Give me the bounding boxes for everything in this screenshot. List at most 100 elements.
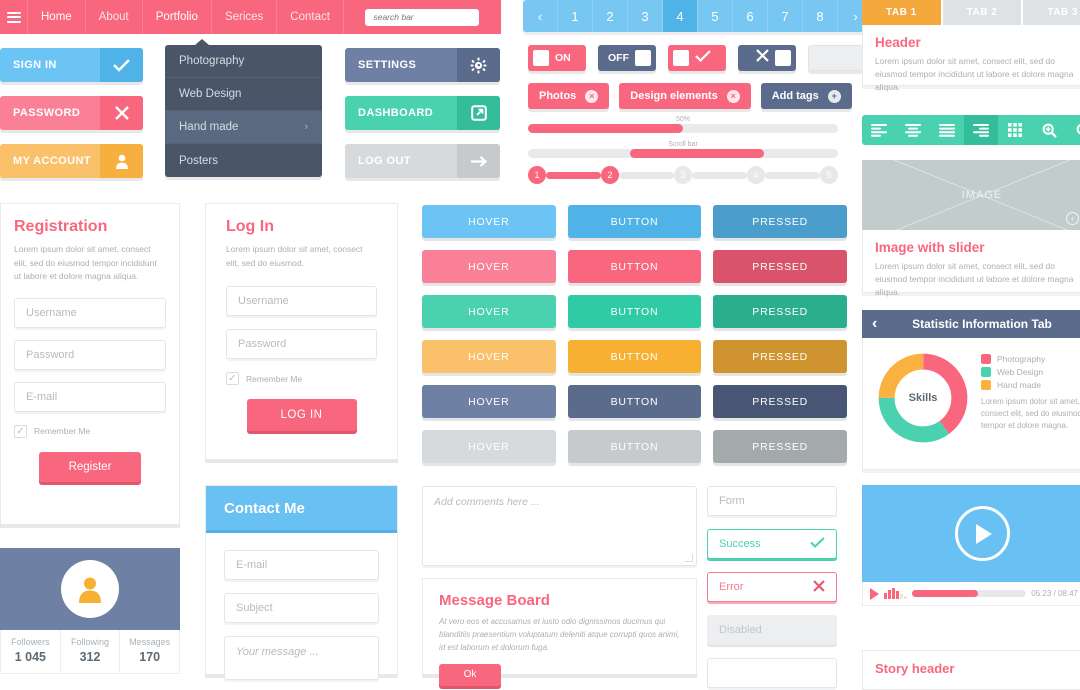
- remove-circle-icon[interactable]: ×: [726, 89, 740, 103]
- dropdown-item-web-design[interactable]: Web Design: [165, 78, 322, 111]
- settings-button[interactable]: SETTINGS: [345, 48, 500, 82]
- form-field-default[interactable]: Form: [707, 486, 837, 516]
- video-viewport[interactable]: [862, 485, 1080, 582]
- registration-remember-row[interactable]: ✓ Remember Me: [14, 424, 166, 438]
- toggle-off[interactable]: OFF: [598, 45, 656, 71]
- toggle-on[interactable]: ON: [528, 45, 586, 71]
- toggle-close[interactable]: [738, 45, 796, 71]
- pagination-page-1[interactable]: 1: [558, 0, 593, 32]
- tab-2[interactable]: TAB 2: [942, 0, 1024, 25]
- form-field-success[interactable]: Success: [707, 529, 837, 559]
- remember-me-checkbox[interactable]: ✓: [226, 372, 239, 386]
- dropdown-item-hand-made[interactable]: Hand made ›: [165, 111, 322, 144]
- add-circle-icon[interactable]: +: [827, 89, 841, 103]
- tag-add-tags[interactable]: Add tags +: [760, 83, 852, 109]
- nav-item-portfolio[interactable]: Portfolio: [143, 0, 212, 34]
- log-out-button[interactable]: LOG OUT: [345, 144, 500, 178]
- nav-item-home[interactable]: Home: [28, 0, 86, 34]
- sign-in-button[interactable]: SIGN IN: [0, 48, 143, 82]
- button-blue-default[interactable]: BUTTON: [567, 205, 702, 238]
- align-right-icon[interactable]: [964, 115, 998, 145]
- nav-item-serices[interactable]: Serices: [212, 0, 278, 34]
- button-orange-default[interactable]: BUTTON: [567, 340, 702, 373]
- form-field-error[interactable]: Error: [707, 572, 837, 602]
- password-button[interactable]: PASSWORD: [0, 96, 143, 130]
- contact-subject-field[interactable]: Subject: [224, 593, 379, 623]
- button-grey-hover[interactable]: HOVER: [422, 430, 556, 463]
- resize-handle-icon[interactable]: [685, 554, 693, 562]
- button-blue-hover[interactable]: HOVER: [422, 205, 556, 238]
- registration-email-field[interactable]: E-mail: [14, 381, 166, 412]
- login-remember-row[interactable]: ✓ Remember Me: [226, 372, 377, 386]
- align-justify-icon[interactable]: [930, 115, 964, 145]
- button-teal-default[interactable]: BUTTON: [567, 295, 702, 328]
- button-blue-pressed[interactable]: PRESSED: [713, 205, 848, 238]
- comments-textarea[interactable]: Add comments here ...: [422, 486, 697, 566]
- step-dot-5[interactable]: 5: [820, 166, 838, 184]
- register-button[interactable]: Register: [39, 451, 141, 482]
- login-password-field[interactable]: Password: [226, 329, 377, 360]
- pagination-page-7[interactable]: 7: [768, 0, 803, 32]
- button-orange-hover[interactable]: HOVER: [422, 340, 556, 373]
- button-pink-hover[interactable]: HOVER: [422, 250, 556, 283]
- button-teal-hover[interactable]: HOVER: [422, 295, 556, 328]
- play-button[interactable]: [954, 506, 1010, 561]
- nav-item-contact[interactable]: Contact: [277, 0, 344, 34]
- form-field-extra[interactable]: [707, 658, 837, 688]
- slider-prev-icon[interactable]: ‹: [1066, 212, 1079, 225]
- video-progress-track[interactable]: [911, 590, 1027, 597]
- pagination-prev[interactable]: ‹: [523, 0, 558, 32]
- pagination-page-2[interactable]: 2: [593, 0, 628, 32]
- step-dot-1[interactable]: 1: [528, 166, 546, 184]
- pagination-page-3[interactable]: 3: [628, 0, 663, 32]
- tag-design-elements[interactable]: Design elements ×: [619, 83, 751, 109]
- registration-username-field[interactable]: Username: [14, 297, 166, 328]
- pagination-page-5[interactable]: 5: [698, 0, 733, 32]
- pagination-page-6[interactable]: 6: [733, 0, 768, 32]
- toggle-check[interactable]: [668, 45, 726, 71]
- pagination-page-8[interactable]: 8: [803, 0, 838, 32]
- button-slate-pressed[interactable]: PRESSED: [713, 385, 848, 418]
- contact-message-field[interactable]: Your message ...: [224, 636, 379, 680]
- button-teal-pressed[interactable]: PRESSED: [713, 295, 848, 328]
- login-username-field[interactable]: Username: [226, 286, 377, 317]
- scrollbar-track[interactable]: [528, 149, 838, 158]
- tab-3[interactable]: TAB 3: [1023, 0, 1080, 25]
- button-grey-default[interactable]: BUTTON: [567, 430, 702, 463]
- search-input[interactable]: [365, 8, 480, 26]
- nav-item-about[interactable]: About: [86, 0, 143, 34]
- button-pink-pressed[interactable]: PRESSED: [713, 250, 848, 283]
- scrollbar-thumb[interactable]: [630, 149, 764, 158]
- progress-track[interactable]: [528, 124, 838, 133]
- volume-icon[interactable]: [884, 588, 907, 599]
- align-center-icon[interactable]: [896, 115, 930, 145]
- registration-password-field[interactable]: Password: [14, 339, 166, 370]
- button-slate-hover[interactable]: HOVER: [422, 385, 556, 418]
- dashboard-button[interactable]: DASHBOARD: [345, 96, 500, 130]
- dropdown-item-posters[interactable]: Posters: [165, 144, 322, 177]
- zoom-out-icon[interactable]: [1066, 115, 1080, 145]
- remove-circle-icon[interactable]: ×: [585, 89, 599, 103]
- button-pink-default[interactable]: BUTTON: [567, 250, 702, 283]
- hamburger-icon[interactable]: [0, 0, 28, 34]
- button-slate-default[interactable]: BUTTON: [567, 385, 702, 418]
- step-dot-2[interactable]: 2: [601, 166, 619, 184]
- my-account-button[interactable]: MY ACCOUNT: [0, 144, 143, 178]
- step-dot-4[interactable]: 4: [747, 166, 765, 184]
- align-left-icon[interactable]: [862, 115, 896, 145]
- zoom-in-icon[interactable]: [1032, 115, 1066, 145]
- play-icon-small[interactable]: [870, 587, 879, 600]
- contact-email-field[interactable]: E-mail: [224, 550, 379, 580]
- statistic-prev-icon[interactable]: ‹: [872, 315, 877, 333]
- remember-me-checkbox[interactable]: ✓: [14, 424, 27, 438]
- dropdown-item-photography[interactable]: Photography: [165, 45, 322, 78]
- grid-icon[interactable]: [998, 115, 1032, 145]
- login-button[interactable]: LOG IN: [246, 399, 357, 432]
- pagination-page-4[interactable]: 4: [663, 0, 698, 32]
- toggle-empty[interactable]: [808, 45, 864, 71]
- tab-1[interactable]: TAB 1: [862, 0, 943, 25]
- button-grey-pressed[interactable]: PRESSED: [713, 430, 848, 463]
- tag-photos[interactable]: Photos ×: [528, 83, 610, 109]
- button-orange-pressed[interactable]: PRESSED: [713, 340, 848, 373]
- step-dot-3[interactable]: 3: [674, 166, 692, 184]
